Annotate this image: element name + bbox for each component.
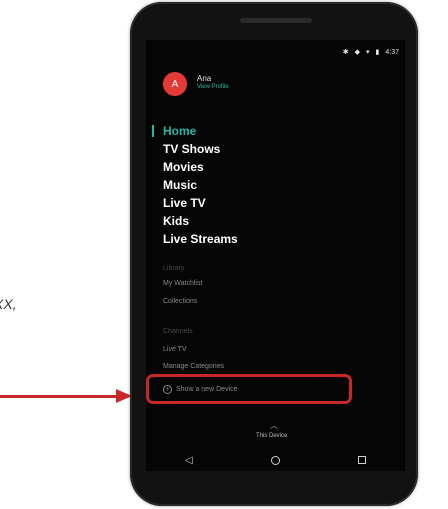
user-name: Ana (197, 74, 212, 83)
nav-item-live-streams[interactable]: Live Streams (163, 230, 238, 248)
menu-item-collections[interactable]: Collections (163, 298, 197, 305)
menu-item-watchlist[interactable]: My Watchlist (163, 280, 202, 287)
home-icon[interactable] (270, 455, 280, 465)
callout-arrow-shaft (0, 395, 119, 398)
show-new-device-button[interactable]: Show a new Device (176, 386, 237, 393)
android-nav-bar: ◁ (146, 449, 405, 471)
nav-item-movies[interactable]: Movies (163, 158, 238, 176)
phone-speaker (240, 18, 312, 23)
nav-item-tv-shows[interactable]: TV Shows (163, 140, 238, 158)
library-header: Library (163, 265, 185, 272)
plus-circle-icon[interactable]: + (163, 385, 172, 394)
wifi-icon: ▾ (366, 49, 370, 56)
main-nav: Home TV Shows Movies Music Live TV Kids … (152, 122, 238, 248)
nav-item-home[interactable]: Home (163, 122, 238, 140)
chevron-up-icon[interactable]: ︿ (270, 420, 278, 431)
active-indicator (152, 125, 154, 137)
view-profile-link[interactable]: View Profile (197, 84, 229, 90)
back-icon[interactable]: ◁ (185, 455, 193, 466)
nav-item-music[interactable]: Music (163, 176, 238, 194)
nav-item-kids[interactable]: Kids (163, 212, 238, 230)
channels-header: Channels (163, 328, 193, 335)
recents-icon[interactable] (357, 456, 366, 464)
avatar[interactable]: A (163, 72, 187, 96)
status-bar: ✱ ◆ ▾ ▮ 4:37 (343, 49, 399, 57)
status-time: 4:37 (385, 49, 399, 56)
phone-screen: ✱ ◆ ▾ ▮ 4:37 A Ana View Profile Home TV … (146, 40, 405, 471)
side-caption: XX, (0, 296, 17, 312)
bluetooth-icon: ✱ (342, 49, 349, 56)
battery-icon: ▮ (375, 49, 380, 56)
menu-item-live-tv[interactable]: Live TV (163, 346, 187, 353)
signal-icon: ◆ (354, 49, 360, 56)
menu-item-manage-categories[interactable]: Manage Categories (163, 363, 224, 370)
nav-item-live-tv[interactable]: Live TV (163, 194, 238, 212)
this-device-label[interactable]: This Device (256, 433, 287, 439)
